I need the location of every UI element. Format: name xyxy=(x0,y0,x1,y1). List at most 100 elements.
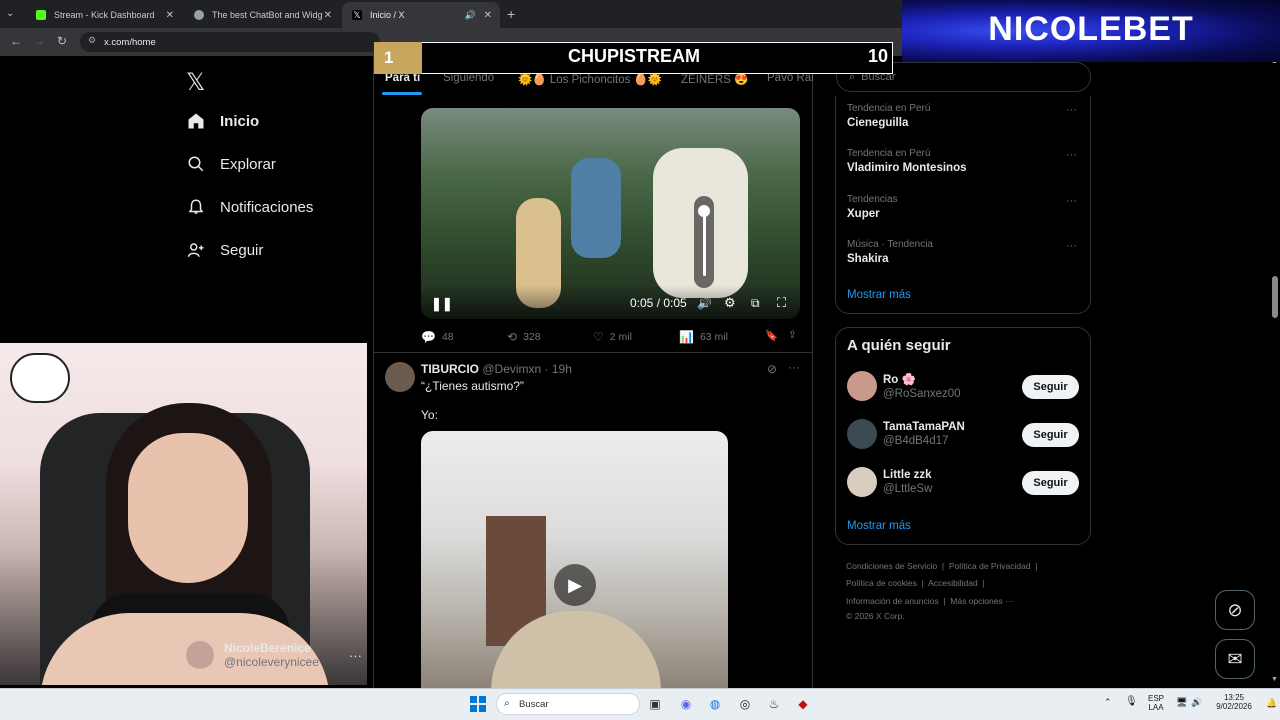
url-text: x.com/home xyxy=(104,36,156,48)
volume-slider[interactable] xyxy=(694,196,714,288)
more-icon[interactable]: ··· xyxy=(1066,149,1077,161)
scroll-down-icon[interactable]: ▼ xyxy=(1271,676,1278,683)
account-name: NicoleBerenice xyxy=(224,641,311,655)
post-video-player[interactable] xyxy=(421,108,800,319)
task-view-icon[interactable]: ▣ xyxy=(645,694,665,714)
grok-button[interactable]: ⊘ xyxy=(1215,590,1255,630)
suggestion-item[interactable]: Ro 🌸 @RoSanxez00 xyxy=(847,371,961,401)
follow-button[interactable]: Seguir xyxy=(1022,375,1079,399)
browser-tab-kick[interactable]: Stream - Kick Dashboard ✕ xyxy=(26,2,182,28)
tab-title: Inicio / X xyxy=(370,10,405,20)
network-icon[interactable]: 🖥 xyxy=(1176,697,1187,708)
play-icon[interactable]: ▶ xyxy=(554,564,596,606)
more-icon[interactable]: ··· xyxy=(1066,240,1077,252)
more-icon[interactable]: ··· xyxy=(349,648,362,663)
scrollbar-thumb[interactable] xyxy=(1272,276,1278,318)
url-field[interactable]: ⚙ x.com/home xyxy=(80,32,380,52)
volume-knob[interactable] xyxy=(698,205,710,217)
page-scrollbar[interactable]: ▲ ▼ xyxy=(1270,56,1280,688)
close-icon[interactable]: ✕ xyxy=(484,10,492,21)
fullscreen-icon[interactable]: ⛶ xyxy=(777,295,786,311)
reply-count: 48 xyxy=(441,331,454,343)
clock[interactable]: 13:25 9/02/2026 xyxy=(1210,693,1258,711)
footer-link-cookies[interactable]: Política de cookies xyxy=(846,578,917,588)
dota-icon[interactable]: ◆ xyxy=(793,694,813,714)
account-handle: @nicoleverynicee xyxy=(224,655,319,669)
post-divider xyxy=(374,352,812,353)
author-name[interactable]: TIBURCIO xyxy=(421,362,479,376)
suggestion-item[interactable]: Little zzk @LttleSw xyxy=(847,467,932,497)
windows-start-icon[interactable] xyxy=(468,694,488,714)
trend-item[interactable]: Tendencia en Perú Cieneguilla xyxy=(847,103,930,129)
browser-tab-chatbot[interactable]: The best ChatBot and Widgets ✕ xyxy=(184,2,340,28)
close-icon[interactable]: ✕ xyxy=(166,10,174,21)
messages-button[interactable]: ✉ xyxy=(1215,639,1255,679)
obs-icon[interactable]: ◎ xyxy=(735,694,755,714)
new-tab-button[interactable]: + xyxy=(507,6,515,22)
show-more-suggestions-link[interactable]: Mostrar más xyxy=(847,520,911,532)
tab-zeiners[interactable]: ZEINERS 😍 xyxy=(681,72,748,86)
footer-link-ads-info[interactable]: Información de anuncios xyxy=(846,596,939,606)
microphone-icon[interactable]: 🎙 xyxy=(1125,696,1138,707)
discord-icon[interactable]: ◉ xyxy=(676,694,696,714)
show-hidden-icons-icon[interactable]: ⌃ xyxy=(1104,697,1112,708)
volume-track xyxy=(703,210,706,276)
more-icon[interactable]: ··· xyxy=(1066,104,1077,116)
trend-item[interactable]: Tendencias Xuper xyxy=(847,194,898,220)
person-plus-icon xyxy=(186,240,206,260)
volume-icon[interactable]: 🔊 xyxy=(1191,697,1202,708)
tab-search-icon[interactable]: ⌄ xyxy=(6,8,14,19)
avatar[interactable] xyxy=(385,362,415,392)
sidebar-item-label: Explorar xyxy=(220,155,276,173)
reload-icon[interactable]: ↻ xyxy=(57,34,67,48)
kick-favicon-icon xyxy=(36,10,46,20)
more-icon[interactable]: ··· xyxy=(788,360,800,374)
browser-tab-x[interactable]: 𝕏 Inicio / X 🔊 ✕ xyxy=(342,2,500,28)
grok-icon[interactable]: ⊘ xyxy=(767,362,777,376)
language-indicator[interactable]: ESP LAA xyxy=(1145,694,1167,712)
picture-in-picture-icon[interactable]: ⧉ xyxy=(751,296,760,311)
close-icon[interactable]: ✕ xyxy=(324,10,332,21)
repost-count: 328 xyxy=(523,331,541,343)
sidebar-item-seguir[interactable]: Seguir xyxy=(186,240,263,260)
notifications-icon[interactable]: 🔔 xyxy=(1266,698,1277,709)
forward-icon[interactable]: → xyxy=(33,34,45,48)
show-more-trends-link[interactable]: Mostrar más xyxy=(847,289,911,301)
site-info-icon[interactable]: ⚙ xyxy=(88,35,96,46)
x-logo-icon[interactable]: 𝕏 xyxy=(186,68,205,97)
post-video-player[interactable]: ▶ xyxy=(421,431,728,688)
author-handle[interactable]: @Devimxn xyxy=(482,362,541,376)
repost-button[interactable]: ⟲ 328 xyxy=(507,330,541,344)
clock-date: 9/02/2026 xyxy=(1216,702,1252,711)
tab-los-pichoncitos[interactable]: 🌞🥚 Los Pichoncitos 🥚🌞 xyxy=(518,72,662,86)
steam-icon[interactable]: ♨ xyxy=(764,694,784,714)
account-switcher[interactable]: NicoleBerenice @nicoleverynicee ··· xyxy=(186,641,362,669)
back-icon[interactable]: ← xyxy=(10,34,22,48)
views-button[interactable]: 📊 63 mil xyxy=(679,330,728,344)
footer-link-more-options[interactable]: Más opciones ··· xyxy=(950,596,1013,606)
settings-gear-icon[interactable]: ⚙ xyxy=(724,295,736,311)
sidebar-item-notificaciones[interactable]: Notificaciones xyxy=(186,197,313,217)
taskbar-search-input[interactable]: ⌕ Buscar xyxy=(496,693,640,715)
suggestion-item[interactable]: TamaTamaPAN @B4dB4d17 xyxy=(847,419,965,449)
scoreboard-left-score: 1 xyxy=(374,42,422,74)
footer-link-terms[interactable]: Condiciones de Servicio xyxy=(846,561,937,571)
share-icon[interactable]: ⇪ xyxy=(788,329,797,341)
like-button[interactable]: ♡ 2 mil xyxy=(593,330,632,344)
sidebar-item-explorar[interactable]: Explorar xyxy=(186,154,276,174)
volume-icon[interactable]: 🔊 xyxy=(697,296,712,310)
sidebar-item-inicio[interactable]: Inicio xyxy=(186,111,259,131)
footer-link-accessibility[interactable]: Accesibilidad xyxy=(928,578,978,588)
trend-item[interactable]: Música · Tendencia Shakira xyxy=(847,239,933,265)
chrome-icon[interactable]: ◍ xyxy=(705,694,725,714)
trend-item[interactable]: Tendencia en Perú Vladimiro Montesinos xyxy=(847,148,967,174)
speaker-icon[interactable]: 🔊 xyxy=(465,10,476,21)
follow-button[interactable]: Seguir xyxy=(1022,471,1079,495)
grok-icon: ⊘ xyxy=(1227,599,1243,620)
footer-link-privacy[interactable]: Política de Privacidad xyxy=(949,561,1031,571)
follow-button[interactable]: Seguir xyxy=(1022,423,1079,447)
reply-button[interactable]: 💬 48 xyxy=(421,330,454,344)
pause-icon[interactable]: ❚❚ xyxy=(431,296,453,312)
bookmark-icon[interactable]: 🔖 xyxy=(765,329,778,342)
more-icon[interactable]: ··· xyxy=(1066,195,1077,207)
